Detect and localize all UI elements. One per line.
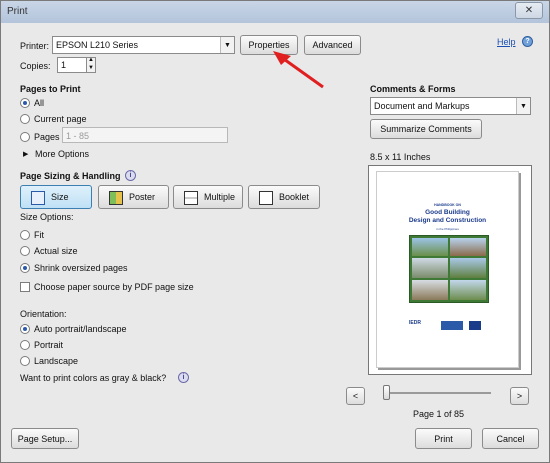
copies-stepper[interactable]: ▲ ▼ <box>86 57 96 73</box>
annotation-arrow-icon <box>273 51 324 89</box>
portrait-radio[interactable] <box>20 340 30 350</box>
actual-size-label: Actual size <box>34 246 78 256</box>
title-bar: Print ✕ <box>1 1 549 23</box>
multiple-button[interactable]: Multiple <box>173 185 243 209</box>
print-dialog: Print ✕ Printer: EPSON L210 Series ▼ Pro… <box>0 0 550 463</box>
chevron-down-icon: ▼ <box>220 37 234 53</box>
pages-range-radio[interactable] <box>20 132 30 142</box>
page-setup-button[interactable]: Page Setup... <box>11 428 79 449</box>
paper-source-label: Choose paper source by PDF page size <box>34 282 194 292</box>
doc-title-line1: Good Building <box>425 209 470 216</box>
summarize-label: Summarize Comments <box>380 124 472 134</box>
doc-subtitle: in the Philippines <box>436 227 459 231</box>
page-status: Page 1 of 85 <box>413 409 465 419</box>
paper-size-label: 8.5 x 11 Inches <box>370 152 431 162</box>
doc-logo-text: IEDR <box>409 320 421 326</box>
orientation-label: Orientation: <box>20 309 67 319</box>
doc-kicker: HANDBOOK ON <box>434 203 461 207</box>
poster-button[interactable]: Poster <box>98 185 169 209</box>
landscape-radio[interactable] <box>20 356 30 366</box>
paper-source-checkbox[interactable] <box>20 282 30 292</box>
printer-select[interactable]: EPSON L210 Series ▼ <box>52 36 235 54</box>
printer-label: Printer: <box>20 41 50 51</box>
close-icon: ✕ <box>524 5 534 16</box>
multiple-icon <box>184 191 198 205</box>
poster-icon <box>109 191 123 205</box>
page-slider-track[interactable] <box>383 392 491 394</box>
comments-value: Document and Markups <box>374 101 470 111</box>
portrait-label: Portrait <box>34 340 64 350</box>
auto-orientation-radio[interactable] <box>20 324 30 334</box>
help-icon[interactable]: ? <box>522 36 533 47</box>
window-title: Print <box>7 6 28 17</box>
page-setup-label: Page Setup... <box>17 433 73 444</box>
print-preview: HANDBOOK ON Good Building Design and Con… <box>368 165 532 375</box>
booklet-button[interactable]: Booklet <box>248 185 320 209</box>
prev-page-button[interactable]: < <box>346 387 365 405</box>
cancel-label: Cancel <box>496 433 525 444</box>
shrink-radio[interactable] <box>20 263 30 273</box>
chevron-down-icon: ▼ <box>516 98 530 114</box>
doc-title-line2: Design and Construction <box>408 217 487 224</box>
size-options-label: Size Options: <box>20 212 74 222</box>
fit-label: Fit <box>34 230 44 240</box>
pages-title: Pages to Print <box>20 84 81 94</box>
pages-current-radio[interactable] <box>20 114 30 124</box>
close-button[interactable]: ✕ <box>515 2 543 19</box>
printer-value: EPSON L210 Series <box>56 40 139 50</box>
pages-all-label: All <box>34 98 45 108</box>
next-page-button[interactable]: > <box>510 387 529 405</box>
print-button[interactable]: Print <box>415 428 472 449</box>
shrink-label: Shrink oversized pages <box>34 263 128 273</box>
help-link[interactable]: Help <box>497 37 516 47</box>
multiple-label: Multiple <box>204 192 236 202</box>
fit-radio[interactable] <box>20 230 30 240</box>
sizing-title: Page Sizing & Handling <box>20 171 121 181</box>
comments-title: Comments & Forms <box>370 84 456 94</box>
more-options-toggle[interactable]: More Options <box>35 149 89 159</box>
stepper-up-icon[interactable]: ▲ <box>88 57 94 63</box>
size-button[interactable]: Size <box>20 185 92 209</box>
pages-current-label: Current page <box>34 114 87 124</box>
gray-question-label: Want to print colors as gray & black? <box>20 373 167 383</box>
poster-label: Poster <box>129 192 156 202</box>
copies-input[interactable]: 1 <box>57 57 87 73</box>
pages-range-placeholder: 1 - 85 <box>66 131 90 141</box>
next-icon: > <box>516 391 523 401</box>
print-label: Print <box>434 433 453 444</box>
size-icon <box>31 191 45 205</box>
prev-icon: < <box>352 391 359 401</box>
copies-label: Copies: <box>20 61 51 71</box>
copies-value: 1 <box>61 60 67 70</box>
pages-range-input[interactable]: 1 - 85 <box>62 127 228 143</box>
pages-range-label: Pages <box>34 132 60 142</box>
doc-photo-collage <box>409 235 489 303</box>
sizing-info-icon[interactable]: i <box>125 170 136 181</box>
auto-orientation-label: Auto portrait/landscape <box>34 324 127 334</box>
summarize-comments-button[interactable]: Summarize Comments <box>370 119 482 139</box>
cancel-button[interactable]: Cancel <box>482 428 539 449</box>
doc-logo-3 <box>469 321 481 330</box>
gray-info-icon[interactable]: i <box>178 372 189 383</box>
stepper-down-icon[interactable]: ▼ <box>88 65 94 71</box>
booklet-icon <box>259 191 273 205</box>
expand-triangle-icon[interactable]: ▶ <box>23 150 28 158</box>
booklet-label: Booklet <box>279 192 310 202</box>
doc-logo-2 <box>441 321 463 330</box>
landscape-label: Landscape <box>34 356 79 366</box>
actual-size-radio[interactable] <box>20 246 30 256</box>
pages-all-radio[interactable] <box>20 98 30 108</box>
preview-document: HANDBOOK ON Good Building Design and Con… <box>376 171 519 368</box>
size-label: Size <box>51 192 69 202</box>
page-slider-thumb[interactable] <box>383 385 390 400</box>
comments-select[interactable]: Document and Markups ▼ <box>370 97 531 115</box>
